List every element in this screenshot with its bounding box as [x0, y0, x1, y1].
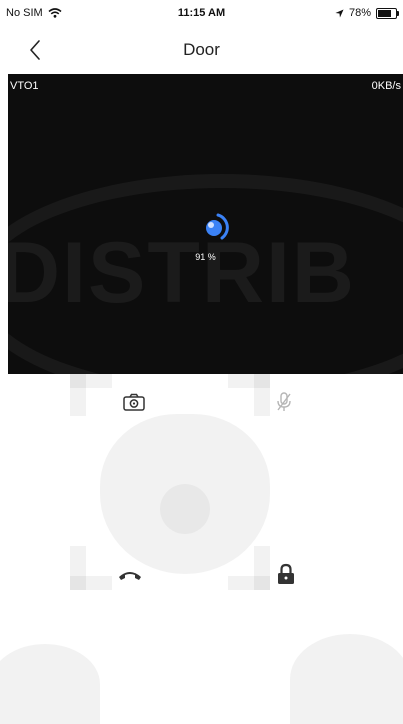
watermark-bracket — [70, 374, 112, 388]
device-name: VTO1 — [10, 80, 39, 92]
video-player[interactable]: DISTRIB VTO1 0KB/s 91 % — [8, 74, 403, 374]
watermark-dome-lens — [160, 484, 210, 534]
battery-icon — [376, 7, 399, 19]
loading-spinner-icon — [206, 213, 229, 240]
hangup-button[interactable] — [112, 558, 148, 594]
watermark-bracket — [70, 576, 112, 590]
mic-button[interactable] — [266, 384, 302, 420]
battery-percent: 78% — [348, 7, 371, 19]
camera-icon — [123, 393, 145, 411]
battery-fill — [378, 9, 392, 17]
watermark-bracket — [228, 374, 270, 388]
page-title: Door — [183, 40, 220, 59]
mic-off-icon — [277, 392, 291, 411]
unlock-button[interactable] — [268, 556, 304, 592]
watermark-dome-right — [290, 634, 403, 724]
snapshot-button[interactable] — [116, 384, 152, 420]
watermark-text: DISTRIB — [8, 225, 356, 321]
watermark-bracket — [228, 576, 270, 590]
nav-bar: Door — [0, 26, 403, 74]
bitrate-label: 0KB/s — [371, 80, 401, 92]
watermark-dome-left — [0, 644, 100, 724]
status-bar: No SIM 11:15 AM 78% — [0, 0, 403, 26]
lock-icon — [278, 563, 294, 584]
location-arrow-icon — [335, 8, 344, 18]
loading-percent: 91 % — [195, 252, 216, 262]
controls-area — [0, 374, 403, 724]
phone-hangup-icon — [119, 572, 141, 580]
status-right: 78% — [335, 7, 399, 19]
